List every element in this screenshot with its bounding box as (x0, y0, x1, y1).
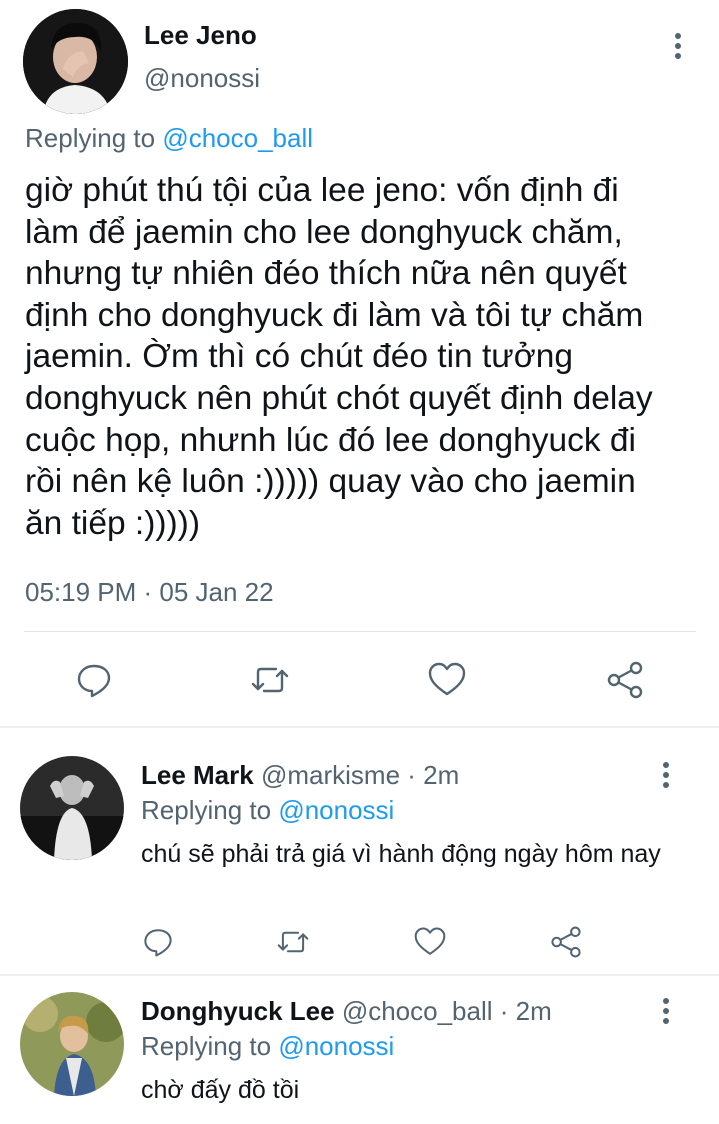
reply-tweet[interactable]: Donghyuck Lee @choco_ball · 2m Replying … (0, 976, 719, 1124)
retweet-icon[interactable] (273, 922, 313, 962)
reply-header: Donghyuck Lee @choco_ball · 2m (141, 996, 552, 1027)
author-meta[interactable]: @choco_ball · 2m (342, 996, 552, 1026)
replying-prefix: Replying to (25, 123, 156, 153)
author-name[interactable]: Donghyuck Lee (141, 996, 335, 1026)
reply-text: chú sẽ phải trả giá vì hành động ngày hô… (141, 840, 661, 868)
avatar-photo (20, 992, 124, 1096)
replying-to: Replying to @nonossi (141, 1031, 394, 1062)
author-name[interactable]: Lee Mark (141, 760, 254, 790)
avatar[interactable] (23, 9, 128, 114)
more-options-icon[interactable] (661, 762, 671, 792)
author-handle[interactable]: @nonossi (144, 63, 260, 94)
avatar[interactable] (20, 756, 124, 860)
replying-handle-link[interactable]: @nonossi (278, 1031, 394, 1061)
reply-icon[interactable] (138, 922, 178, 962)
reply-tweet[interactable]: Lee Mark @markisme · 2m Replying to @non… (0, 728, 719, 974)
like-icon[interactable] (425, 658, 469, 702)
replying-to: Replying to @nonossi (141, 795, 394, 826)
more-options-icon[interactable] (661, 998, 671, 1028)
reply-header: Lee Mark @markisme · 2m (141, 760, 459, 791)
like-icon[interactable] (410, 922, 450, 962)
divider (24, 631, 696, 632)
share-icon[interactable] (603, 658, 647, 702)
replying-prefix: Replying to (141, 795, 272, 825)
avatar-photo (20, 756, 124, 860)
reply-text: chờ đấy đồ tồi (141, 1076, 300, 1104)
author-meta[interactable]: @markisme · 2m (261, 760, 459, 790)
share-icon[interactable] (546, 922, 586, 962)
replying-handle-link[interactable]: @choco_ball (162, 123, 313, 153)
tweet-timestamp[interactable]: 05:19 PM · 05 Jan 22 (25, 577, 274, 608)
avatar[interactable] (20, 992, 124, 1096)
retweet-icon[interactable] (248, 658, 292, 702)
replying-handle-link[interactable]: @nonossi (278, 795, 394, 825)
more-options-icon[interactable] (673, 33, 683, 63)
reply-icon[interactable] (72, 658, 116, 702)
tweet-actions (0, 650, 719, 710)
replying-prefix: Replying to (141, 1031, 272, 1061)
author-name[interactable]: Lee Jeno (144, 20, 257, 51)
tweet-text: giờ phút thú tội của lee jeno: vốn định … (25, 172, 653, 542)
reply-actions (0, 918, 719, 964)
avatar-photo (23, 9, 128, 114)
replying-to: Replying to @choco_ball (25, 123, 313, 154)
